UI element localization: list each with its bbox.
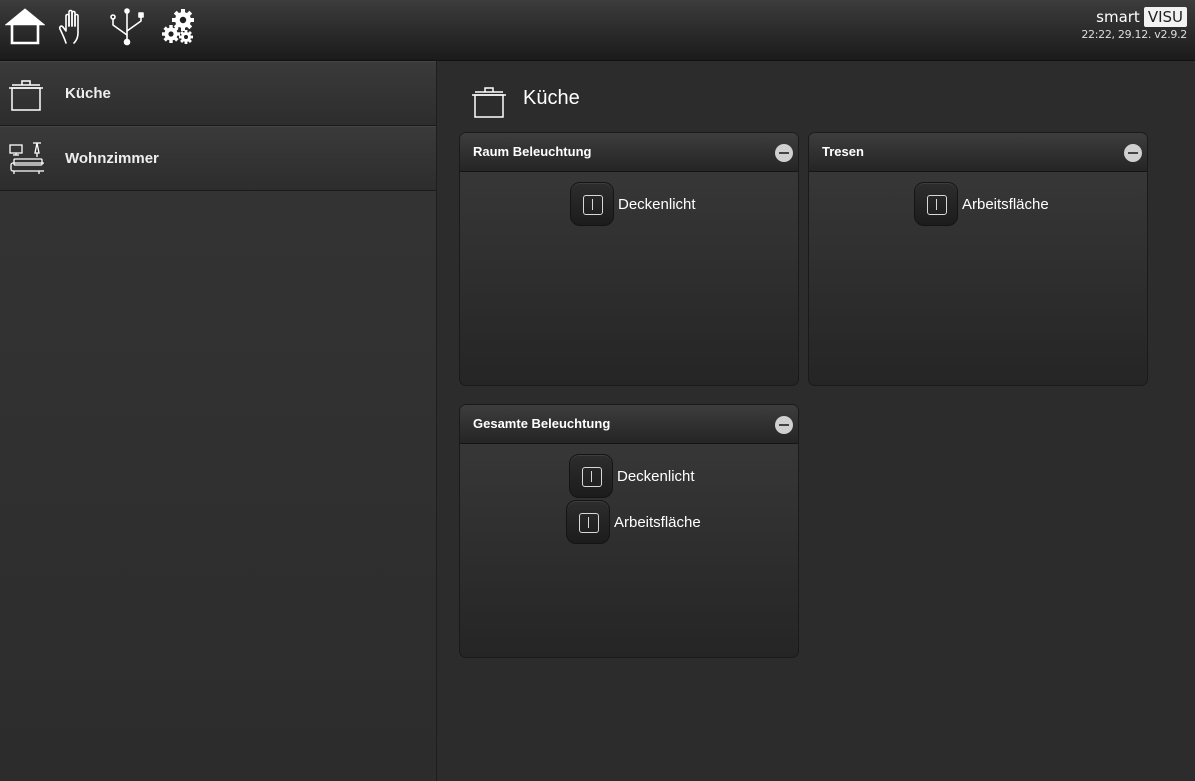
block-gesamte-beleuchtung: Gesamte Beleuchtung Deckenlicht Arbeitsf…: [459, 404, 799, 658]
block-header[interactable]: Tresen: [809, 133, 1147, 172]
switch-label: Arbeitsfläche: [962, 195, 1049, 213]
status-text: 22:22, 29.12. v2.9.2: [1081, 28, 1187, 41]
switch-row: Arbeitsfläche: [566, 500, 701, 544]
switch-row: Arbeitsfläche: [914, 182, 1049, 226]
switch-label: Arbeitsfläche: [614, 513, 701, 531]
block-title: Gesamte Beleuchtung: [473, 416, 611, 431]
living-room-icon: [8, 141, 46, 177]
switch-icon: [583, 195, 603, 215]
switch-button[interactable]: [566, 500, 610, 544]
collapse-icon[interactable]: [1124, 144, 1142, 162]
block-header[interactable]: Gesamte Beleuchtung: [460, 405, 798, 444]
collapse-icon[interactable]: [775, 416, 793, 434]
sidebar-item-kueche[interactable]: Küche: [0, 61, 436, 126]
pot-icon: [8, 76, 44, 112]
pot-icon: [471, 83, 507, 119]
sidebar: Küche Wohnzimmer: [0, 61, 437, 781]
switch-icon: [582, 467, 602, 487]
switch-icon: [579, 513, 599, 533]
switch-label: Deckenlicht: [617, 467, 695, 485]
sidebar-item-wohnzimmer[interactable]: Wohnzimmer: [0, 126, 436, 191]
brand-smart: smart: [1096, 8, 1140, 26]
brand-visu: VISU: [1143, 7, 1187, 27]
block-header[interactable]: Raum Beleuchtung: [460, 133, 798, 172]
block-title: Raum Beleuchtung: [473, 144, 592, 159]
block-tresen: Tresen Arbeitsfläche: [808, 132, 1148, 386]
brand: smart VISU 22:22, 29.12. v2.9.2: [1081, 7, 1187, 41]
page-title: Küche: [523, 87, 580, 109]
switch-icon: [927, 195, 947, 215]
sidebar-item-label: Wohnzimmer: [65, 150, 159, 167]
gears-icon[interactable]: [160, 7, 200, 47]
switch-button[interactable]: [570, 182, 614, 226]
network-icon[interactable]: [107, 7, 147, 47]
block-raum-beleuchtung: Raum Beleuchtung Deckenlicht: [459, 132, 799, 386]
main-content: Küche Raum Beleuchtung Deckenlicht Trese…: [438, 61, 1195, 781]
collapse-icon[interactable]: [775, 144, 793, 162]
top-bar: smart VISU 22:22, 29.12. v2.9.2: [0, 0, 1195, 61]
switch-row: Deckenlicht: [569, 454, 695, 498]
hand-icon[interactable]: [56, 7, 96, 47]
block-title: Tresen: [822, 144, 864, 159]
switch-label: Deckenlicht: [618, 195, 696, 213]
switch-button[interactable]: [914, 182, 958, 226]
switch-row: Deckenlicht: [570, 182, 696, 226]
switch-button[interactable]: [569, 454, 613, 498]
home-icon[interactable]: [4, 7, 46, 47]
sidebar-item-label: Küche: [65, 85, 111, 102]
